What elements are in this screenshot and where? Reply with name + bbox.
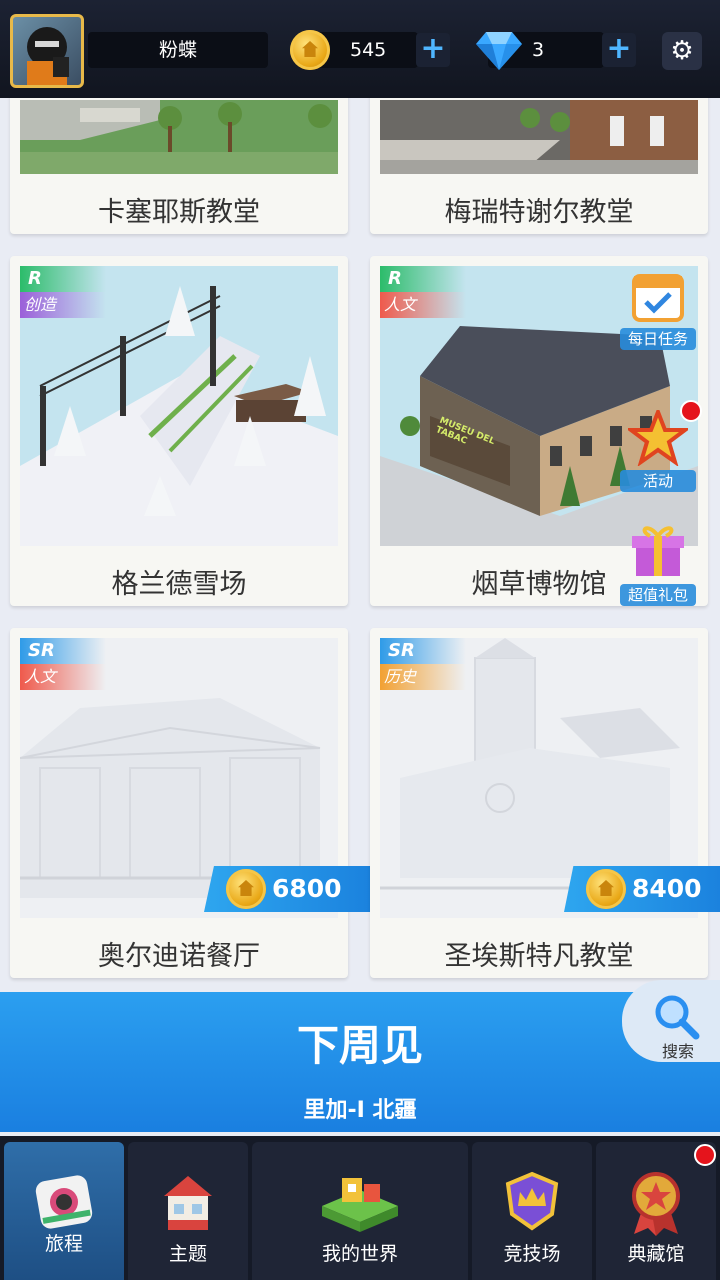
coin-icon — [290, 30, 330, 70]
crown-shield-icon — [505, 1171, 559, 1231]
rarity-tag: SR — [380, 638, 466, 664]
category-tag: 人文 — [380, 292, 466, 318]
star-icon — [625, 406, 691, 467]
building-name: 格兰德雪场 — [111, 569, 247, 600]
building-name: 奥尔迪诺餐厅 — [98, 941, 260, 972]
gift-icon — [632, 526, 684, 576]
coin-icon — [586, 869, 626, 909]
camera-icon — [35, 1175, 93, 1229]
category-tag: 历史 — [380, 664, 466, 690]
nav-arena[interactable]: 竞技场 — [472, 1142, 592, 1280]
nav-theme[interactable]: 主题 — [128, 1142, 248, 1280]
building-name: 卡塞耶斯教堂 — [98, 197, 260, 228]
medal-icon — [632, 1172, 680, 1236]
building-card[interactable]: 梅瑞特谢尔教堂 — [370, 80, 708, 234]
search-icon — [655, 995, 700, 1040]
add-gems-button[interactable]: + — [602, 33, 636, 67]
nav-label: 竞技场 — [503, 1243, 561, 1265]
coin-icon — [226, 869, 266, 909]
nav-journey[interactable]: 旅程 — [4, 1142, 124, 1280]
rarity-tag: R — [380, 266, 466, 292]
building-card[interactable]: R 创造 格兰德雪场 — [10, 256, 348, 606]
world-blocks-icon — [322, 1178, 398, 1232]
building-image — [380, 100, 698, 174]
price-tag[interactable]: 6800 — [204, 866, 370, 912]
price-value: 6800 — [272, 874, 342, 903]
nav-my-world[interactable]: 我的世界 — [252, 1142, 468, 1280]
add-coins-button[interactable]: + — [416, 33, 450, 67]
player-name: 粉蝶 — [88, 32, 268, 68]
nav-label: 典藏馆 — [627, 1243, 685, 1265]
building-name: 梅瑞特谢尔教堂 — [444, 197, 634, 228]
events-button[interactable]: 活动 — [620, 406, 696, 492]
building-card[interactable]: 卡塞耶斯教堂 — [10, 80, 348, 234]
daily-tasks-button[interactable]: 每日任务 — [620, 268, 696, 350]
nav-label: 旅程 — [44, 1233, 83, 1255]
notification-dot — [694, 1144, 716, 1166]
next-week-banner: 下周见 里加-I 北疆 — [0, 992, 720, 1132]
banner-subtitle: 里加-I 北疆 — [303, 1098, 417, 1123]
house-icon — [164, 1176, 212, 1230]
rarity-tag: SR — [20, 638, 106, 664]
daily-tasks-label: 每日任务 — [620, 328, 696, 350]
price-value: 8400 — [632, 874, 702, 903]
gem-value: 3 — [532, 39, 545, 61]
category-tag: 人文 — [20, 664, 106, 690]
banner-title: 下周见 — [296, 1021, 423, 1070]
building-name: 圣埃斯特凡教堂 — [444, 941, 634, 972]
building-image — [20, 100, 338, 174]
gear-icon: ⚙ — [670, 36, 694, 66]
player-avatar[interactable] — [10, 14, 84, 88]
events-label: 活动 — [620, 470, 696, 492]
top-bar: 粉蝶 545 + 3 + ⚙ — [0, 0, 720, 98]
building-image: R 创造 — [20, 266, 338, 546]
value-pack-button[interactable]: 超值礼包 — [620, 520, 696, 606]
nav-label: 我的世界 — [321, 1243, 398, 1265]
settings-button[interactable]: ⚙ — [662, 32, 702, 70]
value-pack-label: 超值礼包 — [620, 584, 696, 606]
nav-label: 主题 — [168, 1243, 207, 1265]
diamond-icon — [476, 32, 522, 70]
search-label: 搜索 — [662, 1042, 695, 1061]
search-button[interactable]: 搜索 — [622, 980, 720, 1062]
rarity-tag: R — [20, 266, 106, 292]
bottom-nav: 旅程 主题 我的世界 竞技场 典藏馆 — [0, 1136, 720, 1280]
notification-dot — [680, 400, 702, 422]
building-card[interactable]: SR 人文 6800 奥尔迪诺餐厅 — [10, 628, 370, 978]
calendar-check-icon — [632, 274, 684, 322]
price-tag[interactable]: 8400 — [564, 866, 720, 912]
category-tag: 创造 — [20, 292, 106, 318]
coin-value: 545 — [350, 39, 387, 61]
building-card[interactable]: SR 历史 8400 圣埃斯特凡教堂 — [370, 628, 720, 978]
